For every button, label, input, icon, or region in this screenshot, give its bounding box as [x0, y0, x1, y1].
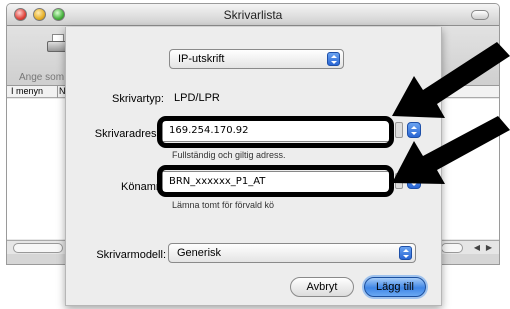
- printer-model-popup-label: Generisk: [177, 247, 222, 259]
- address-highlight-outline: [157, 116, 394, 148]
- queue-hint: Lämna tomt för förvald kö: [172, 200, 275, 210]
- scroll-thumb[interactable]: [13, 243, 63, 253]
- add-button[interactable]: Lägg till: [364, 277, 426, 297]
- make-default-label: Ange som: [19, 72, 65, 83]
- queue-highlight-outline: [157, 165, 394, 197]
- scroll-left-arrow-icon[interactable]: ◀: [471, 242, 483, 254]
- cancel-button[interactable]: Avbryt: [290, 277, 354, 297]
- printer-type-label: Skrivartyp:: [112, 93, 164, 105]
- queue-recent-menu-button[interactable]: [407, 173, 421, 189]
- window-title: Skrivarlista: [223, 8, 283, 22]
- queue-field-edge: [395, 173, 403, 189]
- protocol-popup-label: IP-utskrift: [178, 53, 225, 65]
- column-header-in-menu[interactable]: I menyn: [11, 86, 43, 96]
- address-field-edge: [395, 122, 403, 138]
- title-bar: Skrivarlista: [7, 4, 499, 26]
- popup-arrows-icon: [327, 52, 340, 66]
- printer-address-label: Skrivaradress: [94, 128, 162, 140]
- printer-model-popup[interactable]: Generisk: [168, 243, 416, 263]
- scroll-right-arrow-icon[interactable]: ▶: [483, 242, 495, 254]
- queue-name-label: Könamn: [121, 181, 162, 193]
- scroll-thumb-right[interactable]: [441, 243, 463, 253]
- protocol-popup[interactable]: IP-utskrift: [169, 49, 344, 69]
- toolbar-toggle-button[interactable]: [471, 10, 489, 20]
- printer-model-label: Skrivarmodell:: [96, 249, 166, 261]
- popup-arrows-icon: [399, 246, 412, 260]
- printer-type-value: LPD/LPR: [174, 92, 220, 104]
- address-recent-menu-button[interactable]: [407, 122, 421, 138]
- address-hint: Fullständig och giltig adress.: [172, 150, 286, 160]
